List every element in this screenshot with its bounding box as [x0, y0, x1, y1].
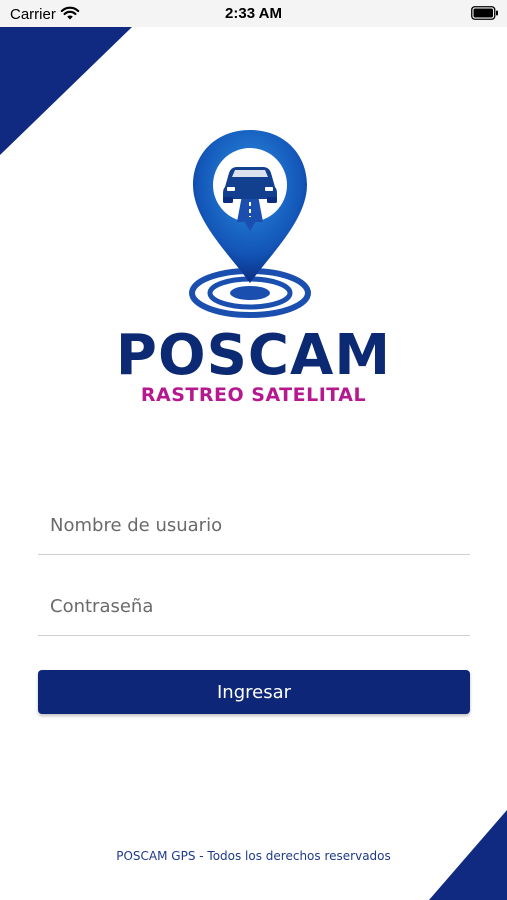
login-button[interactable]: Ingresar — [38, 670, 470, 714]
battery-icon — [471, 6, 499, 25]
status-time: 2:33 AM — [225, 5, 282, 22]
brand-subtitle: RASTREO SATELITAL — [140, 384, 367, 406]
poscam-logo-icon — [189, 130, 311, 318]
corner-decoration-top-left — [0, 27, 132, 155]
password-input[interactable] — [38, 578, 470, 635]
footer-copyright: POSCAM GPS - Todos los derechos reservad… — [116, 849, 391, 863]
username-input[interactable] — [38, 497, 470, 554]
brand-title: POSCAM — [115, 323, 392, 388]
password-field — [38, 578, 470, 636]
username-field — [38, 497, 470, 555]
status-bar: Carrier 2:33 AM — [0, 0, 507, 27]
